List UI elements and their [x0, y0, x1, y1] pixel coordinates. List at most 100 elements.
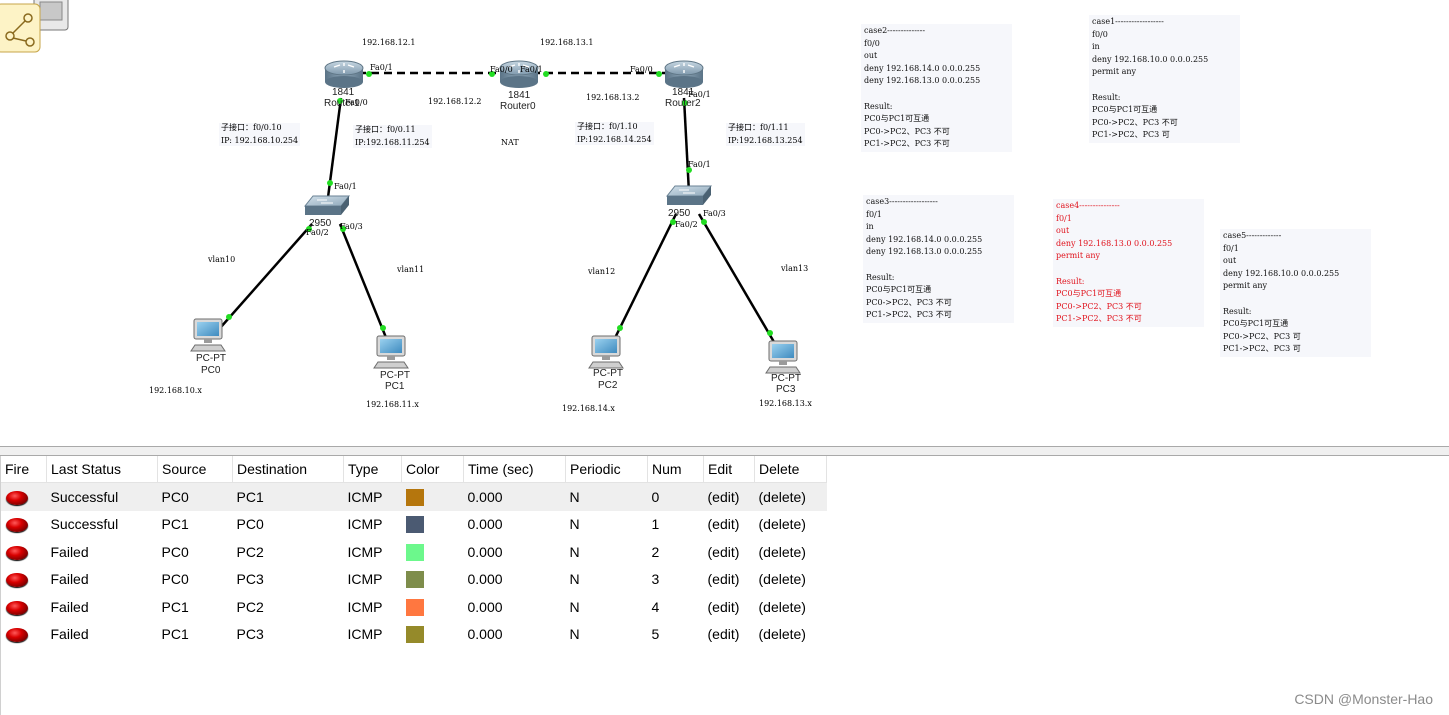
subinterface-note: 子接口：f0/0.10 IP: 192.168.10.254	[219, 123, 301, 146]
table-row[interactable]: Successful PC0 PC1 ICMP 0.000 N 0 (edit) (delete…	[1, 482, 827, 511]
table-row[interactable]: Failed PC1 PC2 ICMP 0.000 N 4 (edit) (delete)	[1, 593, 827, 621]
status-cell: Successful	[50, 516, 119, 533]
edit-link[interactable]: (edit)	[704, 566, 755, 594]
pc-icon[interactable]	[373, 335, 409, 369]
note-line: Result:	[1092, 92, 1121, 102]
acl-note-case3[interactable]: case3------------------ f0/1 in deny 192…	[863, 195, 1014, 323]
fire-icon[interactable]	[6, 490, 28, 505]
panel-splitter[interactable]	[0, 446, 1449, 456]
fire-cell[interactable]	[1, 511, 47, 539]
table-row[interactable]: Successful PC1 PC0 ICMP 0.000 N 1 (edit) (delete…	[1, 511, 827, 539]
note-line: case4---------------	[1056, 201, 1120, 210]
delete-link[interactable]: (delete)	[755, 566, 827, 594]
table-row[interactable]: Failed PC1 PC3 ICMP 0.000 N 5 (edit) (delete)	[1, 621, 827, 649]
ethernet-link[interactable]	[697, 213, 776, 343]
color-cell	[401, 482, 464, 511]
fire-cell[interactable]	[1, 621, 47, 649]
column-header-num[interactable]: Num	[647, 456, 704, 483]
note-line: case1------------------	[1092, 17, 1164, 26]
color-cell	[402, 593, 464, 621]
device-name-label: Router2	[665, 98, 701, 109]
ip-label: 192.168.13.1	[540, 38, 594, 47]
delete-link[interactable]: (delete)	[754, 482, 827, 511]
acl-note-case2[interactable]: case2-------------- f0/0 out deny 192.16…	[861, 24, 1012, 152]
column-header-last-status[interactable]: Last Status	[46, 456, 158, 483]
note-line: f0/0	[1092, 29, 1108, 39]
fire-cell[interactable]	[1, 482, 47, 511]
fire-icon[interactable]	[6, 518, 28, 533]
edit-link[interactable]: (edit)	[704, 621, 755, 649]
edit-link[interactable]: (edit)	[704, 593, 755, 621]
delete-link[interactable]: (delete)	[755, 511, 827, 539]
status-cell: Failed	[50, 543, 89, 560]
column-header-type[interactable]: Type	[343, 456, 402, 483]
column-header-time[interactable]: Time (sec)	[463, 456, 566, 483]
column-header-color[interactable]: Color	[401, 456, 464, 483]
fire-cell[interactable]	[1, 566, 47, 594]
fire-icon[interactable]	[6, 600, 28, 615]
source-cell: PC0	[161, 571, 189, 588]
delete-link[interactable]: (delete)	[755, 538, 827, 566]
pc-icon[interactable]	[765, 340, 801, 374]
subif-title: 子接口：f0/0.10	[221, 123, 282, 132]
fire-icon[interactable]	[6, 573, 28, 588]
router-icon[interactable]	[324, 60, 364, 88]
device-model-label: 1841	[332, 87, 355, 98]
time-cell: 0.000	[467, 598, 503, 615]
note-line: PC0->PC2、PC3 不可	[864, 126, 950, 136]
edit-link[interactable]: (edit)	[703, 482, 755, 511]
color-cell	[402, 566, 464, 594]
type-cell: ICMP	[347, 516, 383, 533]
device-name-label: Router1	[324, 98, 360, 109]
subif-ip: IP: 192.168.10.254	[221, 136, 299, 145]
fire-cell[interactable]	[1, 593, 47, 621]
acl-note-case5[interactable]: case5------------- f0/1 out deny 192.168…	[1220, 229, 1371, 357]
ethernet-link[interactable]	[338, 223, 389, 341]
vlan-label: vlan13	[781, 264, 809, 273]
router-icon[interactable]	[664, 60, 704, 88]
ethernet-link[interactable]	[611, 213, 678, 343]
pc-icon[interactable]	[588, 335, 624, 369]
acl-note-case1[interactable]: case1------------------ f0/0 in deny 192…	[1089, 15, 1240, 143]
column-header-delete[interactable]: Delete	[754, 456, 827, 483]
fire-icon[interactable]	[6, 545, 28, 560]
edit-link[interactable]: (edit)	[704, 538, 755, 566]
delete-link[interactable]: (delete)	[755, 593, 827, 621]
pc-icon[interactable]	[190, 318, 226, 352]
fire-icon[interactable]	[6, 628, 28, 643]
column-header-edit[interactable]: Edit	[703, 456, 755, 483]
vlan-label: vlan11	[397, 265, 425, 274]
note-line: in	[866, 222, 874, 232]
column-header-destination[interactable]: Destination	[232, 456, 344, 483]
source-cell: PC1	[161, 516, 189, 533]
destination-cell: PC2	[236, 543, 264, 560]
note-line: f0/1	[1056, 213, 1072, 223]
delete-link[interactable]: (delete)	[755, 621, 827, 649]
port-label: Fa0/1	[688, 160, 711, 169]
table-row[interactable]: Failed PC0 PC2 ICMP 0.000 N 2 (edit) (delete)	[1, 538, 827, 566]
port-label: Fa0/3	[340, 222, 363, 231]
logical-workspace[interactable]: 192.168.12.1 192.168.13.1 192.168.12.2 1…	[0, 0, 1449, 446]
note-line: PC0与PC1可互通	[1092, 105, 1158, 115]
switch-icon[interactable]	[303, 195, 351, 215]
edit-link[interactable]: (edit)	[704, 511, 755, 539]
subnet-label: 192.168.10.x	[149, 386, 202, 395]
num-cell: 5	[651, 626, 660, 643]
column-header-fire[interactable]: Fire	[1, 456, 47, 483]
time-cell: 0.000	[467, 543, 503, 560]
subif-ip: IP:192.168.11.254	[355, 138, 430, 147]
num-cell: 3	[651, 571, 660, 588]
column-header-source[interactable]: Source	[157, 456, 233, 483]
column-header-periodic[interactable]: Periodic	[565, 456, 648, 483]
device-name-label: Router0	[500, 101, 536, 112]
ethernet-link[interactable]	[682, 97, 691, 194]
switch-icon[interactable]	[665, 185, 713, 205]
status-cell: Failed	[50, 598, 89, 615]
color-cell	[402, 511, 464, 539]
device-type-label: PC-PT	[593, 368, 623, 379]
table-row[interactable]: Failed PC0 PC3 ICMP 0.000 N 3 (edit) (delete)	[1, 566, 827, 594]
fire-cell[interactable]	[1, 538, 47, 566]
type-cell: ICMP	[347, 598, 383, 615]
num-cell: 0	[647, 482, 704, 511]
acl-note-case4[interactable]: case4--------------- f0/1 out deny 192.1…	[1053, 199, 1204, 327]
